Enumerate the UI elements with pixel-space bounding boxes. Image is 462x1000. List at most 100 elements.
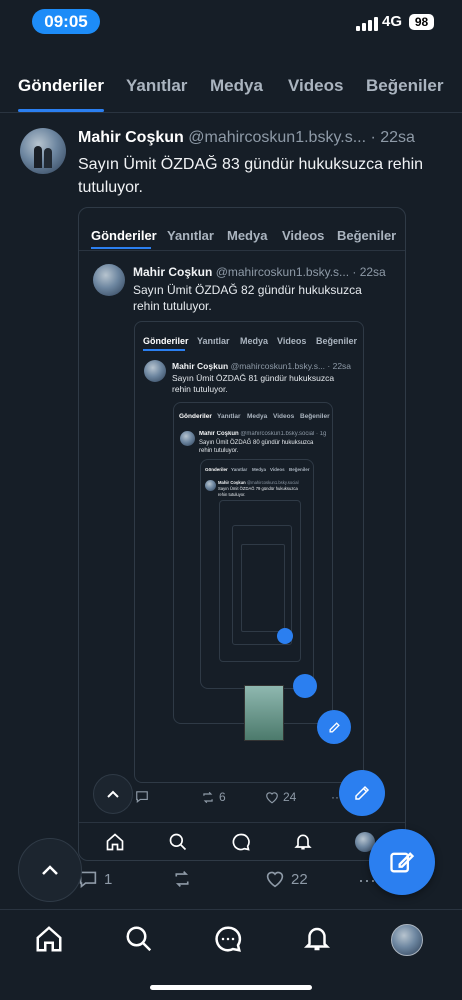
nested-author-3: Mahir Coşkun @mahircoskun1.bsky.social ·… (199, 431, 329, 437)
reply-count: 1 (104, 870, 113, 888)
post-text: Sayın Ümit ÖZDAĞ 83 gündür hukuksuzca re… (78, 156, 424, 196)
embed-bell-icon (294, 834, 312, 850)
nested-post-time-3: · 1g (316, 431, 327, 437)
embed-tab-media: Medya (227, 228, 268, 243)
nested-post-text-2: Sayın Ümit ÖZDAĞ 81 gündür hukuksuzca re… (172, 373, 335, 394)
status-time: 09:05 (32, 9, 100, 34)
embed-tab-likes: Beğeniler (337, 228, 397, 243)
embed-like-count: 24 (283, 790, 297, 804)
embed-bottom-nav (79, 832, 405, 856)
nested-tab-posts-2: Gönderiler (143, 336, 189, 346)
profile-tabs: Gönderiler Yanıtlar Medya Videos Beğenil… (0, 66, 462, 113)
nested-embed-7 (241, 544, 285, 632)
embed-nav-divider (79, 822, 405, 823)
nested-tab-media-3: Medya (247, 413, 268, 420)
embed-tab-replies: Yanıtlar (167, 228, 214, 243)
post-author[interactable]: Mahir Coşkun @mahircoskun1.bsky.s... · 2… (78, 129, 448, 147)
nested-tab-videos-3: Videos (273, 413, 295, 420)
nested-tab-replies-4: Yanıtlar (231, 467, 248, 472)
embed-compose-button (339, 770, 385, 816)
embed-post-time: · 22sa (352, 265, 386, 279)
like-count: 22 (291, 870, 308, 888)
nested-compose-button-4 (277, 628, 293, 644)
nested-author-name-2: Mahir Coşkun (172, 361, 229, 371)
nested-tab-replies-3: Yanıtlar (217, 413, 241, 420)
nested-tab-likes-4: Beğeniler (289, 467, 310, 472)
nested-tab-videos-4: Videos (270, 467, 285, 472)
nested-author-name-3: Mahir Coşkun (199, 431, 239, 437)
avatar[interactable] (20, 128, 66, 174)
nested-post-text-4: Sayın Ümit ÖZDAĞ 79 gündür hukuksuzca re… (218, 486, 298, 497)
nested-avatar-2 (144, 360, 166, 382)
chat-icon[interactable] (213, 924, 243, 954)
embedded-screenshot[interactable]: Gönderiler Yanıtlar Medya Videos Beğenil… (78, 207, 406, 861)
nested-tab-replies-2: Yanıtlar (197, 336, 230, 346)
like-icon (266, 871, 284, 888)
nested-tab-media-4: Medya (252, 467, 267, 472)
home-indicator (150, 985, 312, 990)
bell-icon[interactable] (302, 924, 332, 954)
tab-videos[interactable]: Videos (288, 76, 343, 96)
nested-tab-videos-2: Videos (277, 336, 307, 346)
embed-home-icon (106, 833, 124, 851)
embed-author-name: Mahir Coşkun (133, 265, 213, 279)
nested-post-time-2: · 22sa (327, 361, 352, 371)
tab-media[interactable]: Medya (210, 76, 263, 96)
nested-post-text-3: Sayın Ümit ÖZDAĞ 80 gündür hukuksuzca re… (199, 440, 314, 454)
embed-chat-icon (232, 833, 250, 851)
nested-author-handle-3: @mahircoskun1.bsky.social (240, 431, 315, 437)
nested-author-name-4: Mahir Coşkun (218, 480, 246, 485)
nested-embed-6 (232, 525, 292, 645)
scroll-to-top-button[interactable] (18, 838, 82, 902)
reply-button[interactable]: 1 (78, 870, 112, 888)
nested-tab-media-2: Medya (240, 336, 269, 346)
status-bar: 09:05 4G 98 (0, 0, 462, 44)
compose-button[interactable] (369, 829, 435, 895)
profile-avatar[interactable] (391, 924, 423, 956)
embed-tab-indicator (91, 247, 151, 249)
embed-search-icon (169, 833, 187, 851)
nested-photo (244, 685, 284, 741)
embed-tab-posts: Gönderiler (91, 228, 157, 243)
nested-compose-button-2 (317, 710, 351, 744)
tab-posts[interactable]: Gönderiler (18, 76, 104, 96)
embed-post-text: Sayın Ümit ÖZDAĞ 82 gündür hukuksuzca re… (133, 283, 362, 313)
embed-tab-videos: Videos (282, 228, 325, 243)
embed-like-icon (266, 791, 278, 803)
network-type: 4G (382, 13, 403, 30)
nested-author-handle-4: @mahircoskun1.bsky.social (246, 480, 299, 485)
nested-avatar-4 (205, 480, 216, 491)
nested-embed-4: Gönderiler Yanıtlar Medya Videos Beğenil… (200, 459, 314, 689)
repost-icon (175, 871, 189, 887)
nested-avatar-3 (180, 431, 195, 446)
like-button[interactable]: 22 (265, 870, 308, 888)
nested-tab-likes-3: Beğeniler (300, 413, 330, 420)
battery-level: 98 (409, 14, 434, 30)
embed-author: Mahir Coşkun @mahircoskun1.bsky.s... · 2… (133, 265, 399, 279)
post-time: · 22sa (370, 129, 415, 146)
embed-divider (79, 250, 405, 251)
author-name[interactable]: Mahir Coşkun (78, 129, 184, 146)
feed-post[interactable]: Mahir Coşkun @mahircoskun1.bsky.s... · 2… (0, 113, 462, 910)
search-icon[interactable] (124, 924, 154, 954)
embed-scroll-top-button (93, 774, 133, 814)
nested-tab-posts-4: Gönderiler (205, 467, 228, 472)
embed-repost-icon (203, 791, 213, 803)
embed-author-handle: @mahircoskun1.bsky.s... (215, 265, 350, 279)
embed-repost-count: 6 (219, 790, 226, 804)
compose-icon (390, 852, 415, 873)
author-handle[interactable]: @mahircoskun1.bsky.s... (188, 129, 366, 146)
home-icon[interactable] (34, 924, 64, 954)
embed-reply-icon (135, 790, 149, 806)
chevron-up-icon (42, 865, 58, 875)
tab-likes[interactable]: Beğeniler (366, 76, 443, 96)
repost-button[interactable] (172, 870, 192, 888)
nested-tab-indicator-2 (143, 349, 185, 351)
nested-tab-likes-2: Beğeniler (316, 336, 358, 346)
tab-replies[interactable]: Yanıtlar (126, 76, 187, 96)
nested-author-handle-2: @mahircoskun1.bsky.s... (230, 361, 326, 371)
embed-avatar (93, 264, 125, 296)
nested-tab-posts-3: Gönderiler (179, 413, 212, 420)
nested-author-4: Mahir Coşkun @mahircoskun1.bsky.social (218, 480, 310, 485)
nested-author-2: Mahir Coşkun @mahircoskun1.bsky.s... · 2… (172, 361, 358, 371)
